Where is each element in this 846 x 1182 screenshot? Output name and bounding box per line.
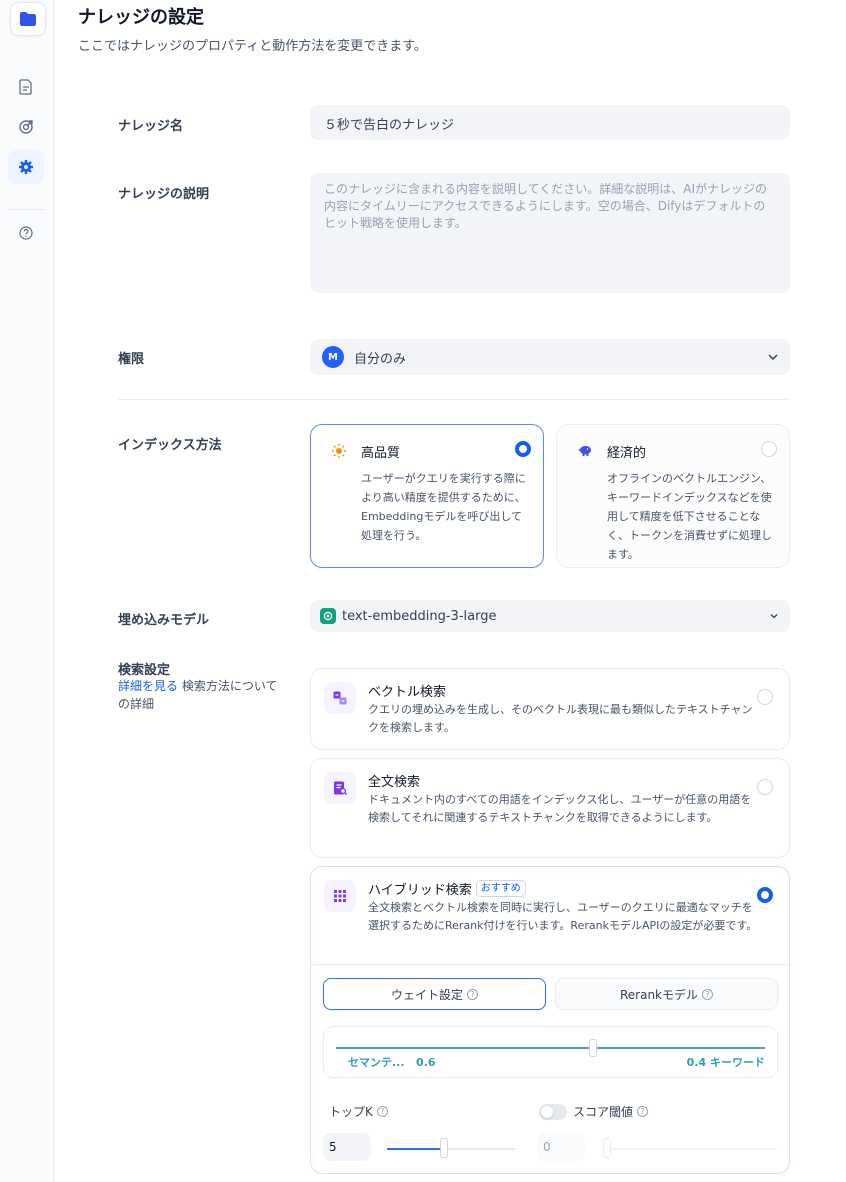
hybrid-divider bbox=[311, 964, 789, 965]
index-option-economy[interactable]: 経済的 オフラインのベクトルエンジン、キーワードインデックスなどを使用して精度を… bbox=[556, 424, 790, 568]
retrieval-radio-fulltext[interactable] bbox=[757, 779, 773, 795]
page-title: ナレッジの設定 bbox=[78, 7, 204, 28]
retrieval-option-description: 全文検索とベクトル検索を同時に実行し、ユーザーのクエリに最適なマッチを選択するた… bbox=[368, 901, 758, 932]
name-label: ナレッジ名 bbox=[118, 119, 184, 134]
help-icon: ? bbox=[702, 988, 714, 1000]
openai-icon bbox=[320, 608, 336, 624]
document-icon bbox=[19, 79, 32, 95]
semantic-label: セマンテ... bbox=[348, 1056, 405, 1069]
folder-icon bbox=[20, 12, 36, 26]
retrieval-option-vector[interactable]: ベクトル検索 クエリの埋め込みを生成し、そのベクトル表現に最も類似したテキストチ… bbox=[310, 668, 790, 750]
score-slider-handle[interactable] bbox=[603, 1138, 611, 1158]
index-radio-economy[interactable] bbox=[761, 441, 777, 457]
topk-slider-fill bbox=[387, 1148, 445, 1150]
permission-select[interactable]: M 自分のみ bbox=[310, 339, 790, 375]
permission-label: 権限 bbox=[118, 352, 145, 367]
sidebar bbox=[0, 0, 54, 1182]
index-option-high-quality[interactable]: 高品質 ユーザーがクエリを実行する際により高い精度を提供するために、Embedd… bbox=[310, 424, 544, 568]
embedding-model-label: 埋め込みモデル bbox=[118, 613, 210, 628]
score-threshold-toggle[interactable] bbox=[539, 1103, 567, 1120]
index-method-label: インデックス方法 bbox=[118, 438, 222, 453]
tab-rerank-model[interactable]: Rerankモデル ? bbox=[555, 978, 778, 1010]
sidebar-item-help[interactable] bbox=[8, 216, 44, 250]
retrieval-option-title: 全文検索 bbox=[368, 775, 421, 790]
retrieval-option-title: ハイブリッド検索 おすすめ bbox=[368, 879, 526, 898]
retrieval-option-title: ベクトル検索 bbox=[368, 685, 447, 700]
sidebar-item-settings[interactable] bbox=[8, 150, 44, 184]
help-icon: ? bbox=[637, 1106, 649, 1117]
retrieval-settings-help: 詳細を見る 検索方法についての詳細 bbox=[118, 677, 288, 713]
knowledge-description-textarea[interactable]: このナレッジに含まれる内容を説明してください。詳細な説明は、AIがナレッジの内容… bbox=[310, 173, 790, 293]
index-radio-high-quality[interactable] bbox=[515, 441, 531, 457]
learn-more-link[interactable]: 詳細を見る bbox=[118, 679, 178, 693]
weight-slider-track[interactable] bbox=[336, 1047, 765, 1049]
retrieval-option-fulltext[interactable]: 全文検索 ドキュメント内のすべての用語をインデックス化し、ユーザーが任意の用語を… bbox=[310, 758, 790, 858]
tab-label: Rerankモデル bbox=[619, 987, 699, 1002]
index-option-description: ユーザーがクエリを実行する際により高い精度を提供するために、Embeddingモ… bbox=[361, 472, 526, 542]
keyword-value: 0.4 bbox=[686, 1056, 707, 1069]
retrieval-radio-hybrid[interactable] bbox=[757, 887, 773, 903]
weight-slider-box: セマンテ... 0.6 0.4 キーワード bbox=[323, 1026, 778, 1078]
semantic-value: 0.6 bbox=[416, 1056, 436, 1069]
sun-icon bbox=[327, 439, 351, 463]
help-icon: ? bbox=[376, 1106, 388, 1117]
avatar: M bbox=[322, 346, 344, 368]
score-label-text: スコア閾値 bbox=[573, 1105, 634, 1119]
sidebar-divider bbox=[8, 209, 44, 210]
topk-label: トップK ? bbox=[329, 1103, 388, 1120]
chevron-down-icon bbox=[770, 614, 778, 619]
recommended-badge: おすすめ bbox=[475, 880, 526, 897]
topk-input[interactable]: 5 bbox=[323, 1133, 371, 1161]
topk-slider-handle[interactable] bbox=[440, 1138, 448, 1158]
embedding-model-select[interactable]: text-embedding-3-large bbox=[310, 600, 790, 632]
tab-label: ウェイト設定 bbox=[390, 987, 463, 1002]
topk-slider-track[interactable] bbox=[387, 1148, 515, 1150]
sidebar-item-hit-testing[interactable] bbox=[8, 110, 44, 144]
index-option-title: 高品質 bbox=[361, 445, 401, 461]
topk-label-text: トップK bbox=[329, 1105, 373, 1119]
target-icon bbox=[19, 120, 33, 134]
weight-slider-handle[interactable] bbox=[589, 1039, 597, 1057]
help-icon: ? bbox=[467, 988, 478, 1000]
help-icon bbox=[19, 226, 33, 240]
gear-icon bbox=[19, 160, 33, 174]
description-label: ナレッジの説明 bbox=[118, 187, 210, 202]
retrieval-option-hybrid[interactable]: ハイブリッド検索 おすすめ 全文検索とベクトル検索を同時に実行し、ユーザーのクエ… bbox=[310, 866, 790, 1174]
retrieval-radio-vector[interactable] bbox=[757, 689, 773, 705]
score-slider-track[interactable] bbox=[601, 1148, 777, 1150]
fulltext-search-icon bbox=[324, 772, 356, 804]
retrieval-option-description: クエリの埋め込みを生成し、そのベクトル表現に最も類似したテキストチャンクを検索し… bbox=[368, 703, 753, 734]
embedding-model-value: text-embedding-3-large bbox=[342, 608, 497, 624]
semantic-weight-readout: セマンテ... 0.6 bbox=[348, 1054, 436, 1070]
sidebar-item-documents[interactable] bbox=[8, 70, 44, 104]
score-threshold-input[interactable]: 0 bbox=[537, 1133, 585, 1161]
chevron-down-icon bbox=[768, 354, 778, 360]
index-option-description: オフラインのベクトルエンジン、キーワードインデックスなどを使用して精度を低下させ… bbox=[607, 472, 772, 561]
knowledge-name-input[interactable]: ５秒で告白のナレッジ bbox=[310, 105, 790, 140]
hybrid-search-icon bbox=[324, 880, 356, 912]
score-threshold-label: スコア閾値 ? bbox=[539, 1103, 649, 1120]
page-subtitle: ここではナレッジのプロパティと動作方法を変更できます。 bbox=[78, 39, 427, 54]
tab-weight-settings[interactable]: ウェイト設定 ? bbox=[323, 978, 546, 1010]
retrieval-settings-label: 検索設定 bbox=[118, 663, 171, 678]
index-option-title: 経済的 bbox=[607, 445, 647, 461]
keyword-label: キーワード bbox=[710, 1056, 765, 1069]
permission-value: 自分のみ bbox=[354, 351, 407, 367]
knowledge-folder-button[interactable] bbox=[10, 2, 46, 36]
piggy-bank-icon bbox=[573, 439, 597, 463]
retrieval-option-description: ドキュメント内のすべての用語をインデックス化し、ユーザーが任意の用語を検索してそ… bbox=[368, 793, 752, 824]
hybrid-title: ハイブリッド検索 bbox=[368, 883, 472, 898]
section-divider bbox=[118, 399, 790, 400]
vector-search-icon bbox=[324, 682, 356, 714]
keyword-weight-readout: 0.4 キーワード bbox=[687, 1054, 765, 1070]
